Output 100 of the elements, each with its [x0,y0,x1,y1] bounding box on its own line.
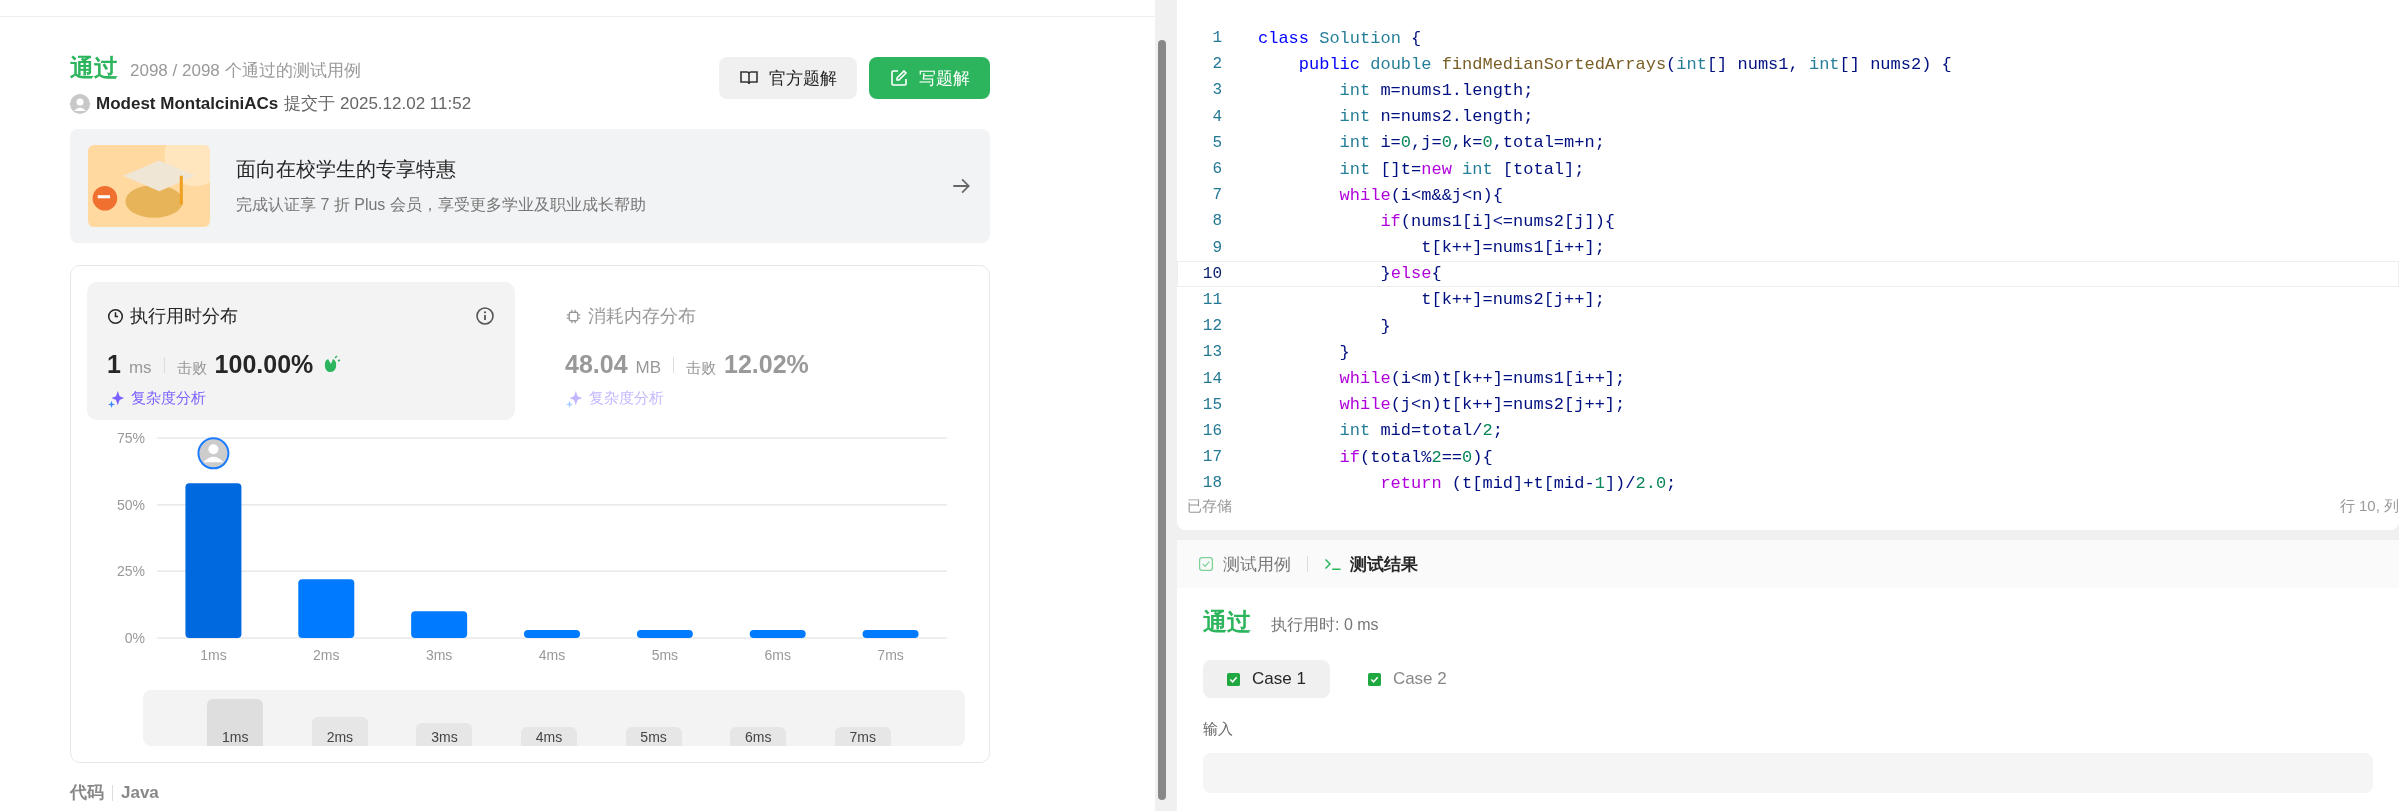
code-line: int m=nums1.length; [1338,80,1534,100]
line-number: 1 [1211,29,1223,48]
line-number: 15 [1201,395,1223,414]
info-icon[interactable] [475,306,495,326]
stat-unit: MB [635,358,662,378]
runtime-text: 执行用时: 0 ms [1271,615,1379,635]
stat-unit: ms [128,358,152,378]
stat-value: 1 [107,350,121,379]
axis-category-label: 5ms [651,647,679,663]
code-line: if(total%2==0){ [1338,447,1493,467]
axis-tick-label: 25% [116,563,145,580]
axis-tick-label: 75% [116,430,145,446]
range-selector[interactable]: 1ms 2ms 3ms 4ms 5ms 6ms 7ms [143,690,965,746]
line-number: 11 [1201,290,1223,309]
line-number: 3 [1211,81,1223,100]
range-bar[interactable]: 6ms [730,726,787,746]
code-line: }else{ [1379,264,1442,284]
edit-icon [889,68,909,88]
beat-label: 击败 [176,359,207,378]
line-number: 10 [1201,264,1223,283]
axis-category-label: 3ms [425,647,453,663]
stat-panel[interactable]: 执行用时分布 1 ms 击败 100.00% 复杂度分析 [87,282,515,420]
axis-tick-label: 50% [116,496,145,513]
bar[interactable] [636,630,693,638]
bar[interactable] [749,630,806,638]
stat-value: 48.04 [565,350,628,379]
author-name[interactable]: Modest MontalciniACs [96,93,279,114]
range-bar[interactable]: 1ms [207,699,264,746]
line-number: 2 [1211,55,1223,74]
save-status: 已存储 [1187,497,1232,516]
line-number: 16 [1201,421,1223,440]
bar[interactable] [411,611,468,638]
axis-category-label: 6ms [764,647,791,663]
bar[interactable] [185,483,242,638]
beat-value: 12.02% [724,350,809,379]
range-bar[interactable]: 2ms [311,717,368,746]
range-bar[interactable]: 5ms [625,726,682,746]
submitted-text: 提交于 2025.12.02 11:52 [284,93,472,115]
sparkle-icon [565,389,583,408]
axis-category-label: 1ms [200,647,227,663]
code-line: while(i<m&&j<n){ [1338,185,1503,205]
range-bar[interactable]: 4ms [521,726,577,746]
cursor-position: 行 10, 列 [2339,497,2399,516]
line-number: 4 [1211,107,1223,126]
line-number: 6 [1211,160,1223,179]
beat-value: 100.00% [214,350,314,379]
line-number: 5 [1211,133,1223,152]
code-line: int n=nums2.length; [1338,107,1534,127]
code-line: int i=0,j=0,k=0,total=m+n; [1338,133,1605,153]
result-status: 通过 [1203,607,1251,637]
stat-title: 消耗内存分布 [588,305,697,328]
range-bar[interactable]: 7ms [834,726,891,746]
case-tab[interactable]: Case 1 [1203,660,1330,698]
checkbox-icon [1227,672,1240,686]
line-number: 8 [1211,212,1223,231]
bar[interactable] [298,579,355,638]
code-line: while(j<n)t[k++]=nums2[j++]; [1338,395,1626,415]
promo-subtitle: 完成认证享 7 折 Plus 会员，享受更多学业及职业成长帮助 [236,195,647,215]
line-number: 13 [1201,343,1223,362]
checkbox-icon [1367,672,1381,686]
axis-category-label: 4ms [538,647,566,663]
line-number: 18 [1201,474,1223,493]
bar[interactable] [524,630,580,638]
official-solution-button[interactable]: 官方题解 [719,57,857,99]
line-number: 17 [1201,448,1223,467]
clock-icon [107,307,124,325]
complexity-link[interactable]: 复杂度分析 [131,389,206,408]
sparkle-icon [107,389,125,408]
bar[interactable] [862,630,919,638]
line-number: 14 [1201,369,1223,388]
console-tab[interactable]: 测试用例 [1191,551,1297,577]
promo-banner[interactable]: 面向在校学生的专享特惠 完成认证享 7 折 Plus 会员，享受更多学业及职业成长帮助 [70,129,990,243]
promo-title: 面向在校学生的专享特惠 [236,157,457,182]
code-title: 代码 [70,782,104,804]
code-line: public double findMedianSortedArrays(int[] nums1, int[] nums2) { [1297,54,1952,74]
scrollbar-thumb[interactable] [1158,40,1166,800]
code-line: class Solution { [1258,28,1422,48]
code-line: return (t[mid]+t[mid-1])/2.0; [1379,473,1677,493]
code-line: int mid=total/2; [1338,421,1503,441]
terminal-icon [1324,556,1342,572]
axis-category-label: 2ms [313,647,340,663]
axis-category-label: 7ms [877,647,904,663]
line-number: 9 [1211,238,1223,257]
avatar-icon [70,93,90,114]
code-line: int []t=new int [total]; [1338,159,1585,179]
stat-title: 执行用时分布 [130,305,239,328]
code-line: } [1338,342,1350,362]
code-line: while(i<m)t[k++]=nums1[i++]; [1338,369,1626,389]
beat-label: 击败 [686,359,717,378]
language-label: Java [121,782,159,803]
code-line: } [1379,316,1391,336]
avatar-marker-icon [197,437,230,470]
line-number: 7 [1211,186,1223,205]
case-tab[interactable]: Case 2 [1343,660,1471,698]
range-bar[interactable]: 3ms [416,723,473,746]
code-line: t[k++]=nums1[i++]; [1420,238,1605,258]
cases-text: 2098 / 2098 个通过的测试用例 [130,60,361,82]
line-number: 12 [1201,317,1223,336]
input-label: 输入 [1203,720,1234,739]
console-tab[interactable]: 测试结果 [1318,551,1424,577]
